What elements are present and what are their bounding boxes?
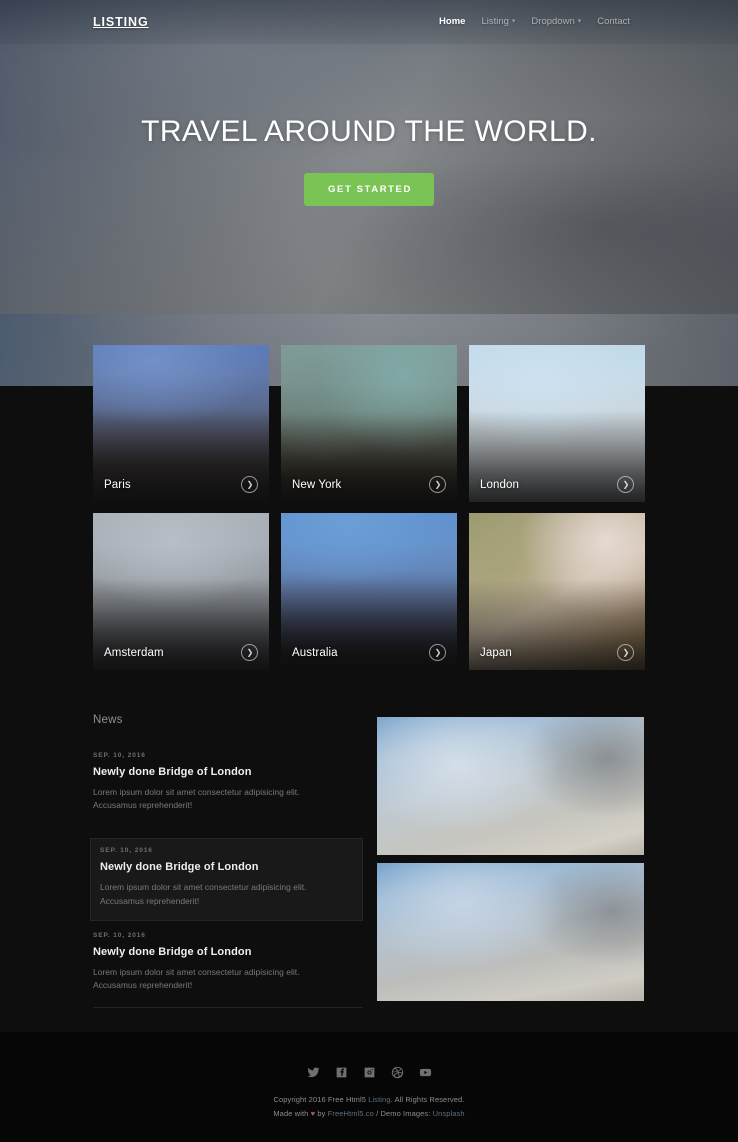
news-excerpt: Lorem ipsum dolor sit amet consectetur a… <box>100 882 307 906</box>
news-date: SEP. 10, 2016 <box>93 931 146 939</box>
freehtml5-link[interactable]: FreeHtml5.co <box>328 1109 374 1118</box>
news-section: News SEP. 10, 2016 Newly done Bridge of … <box>90 714 363 1019</box>
copyright-post: . All Rights Reserved. <box>390 1095 465 1104</box>
destinations-grid: Paris ❯ New York ❯ London ❯ Amsterdam ❯ … <box>93 345 645 681</box>
news-title: Newly done Bridge of London <box>100 861 259 874</box>
made-with-line: Made with ♥ by FreeHtml5.co / Demo Image… <box>273 1107 464 1121</box>
youtube-icon[interactable] <box>419 1066 432 1079</box>
news-date: SEP. 10, 2016 <box>93 752 146 759</box>
chevron-right-icon[interactable]: ❯ <box>429 476 446 493</box>
destination-card-paris[interactable]: Paris ❯ <box>93 345 269 502</box>
chevron-right-icon[interactable]: ❯ <box>429 644 446 661</box>
chevron-right-icon[interactable]: ❯ <box>241 644 258 661</box>
destination-label: Japan <box>480 647 512 659</box>
destination-label: New York <box>292 479 342 491</box>
unsplash-link[interactable]: Unsplash <box>433 1109 465 1118</box>
news-heading: News <box>93 714 123 726</box>
hero-title: TRAVEL AROUND THE WORLD. <box>141 114 597 148</box>
nav-label-contact: Contact <box>597 16 630 27</box>
destination-card-japan[interactable]: Japan ❯ <box>469 513 645 670</box>
destination-label: Amsterdam <box>104 647 164 659</box>
destination-card-new-york[interactable]: New York ❯ <box>281 345 457 502</box>
nav-label-listing: Listing <box>481 16 509 27</box>
chevron-right-icon[interactable]: ❯ <box>617 644 634 661</box>
destination-label: London <box>480 479 519 491</box>
destination-card-amsterdam[interactable]: Amsterdam ❯ <box>93 513 269 670</box>
news-item[interactable]: SEP. 10, 2016 Newly done Bridge of Londo… <box>90 838 363 921</box>
twitter-icon[interactable] <box>307 1066 320 1079</box>
hero-section: TRAVEL AROUND THE WORLD. GET STARTED <box>0 0 738 314</box>
social-links <box>307 1066 432 1079</box>
news-title: Newly done Bridge of London <box>93 766 252 778</box>
news-media-column <box>377 717 644 1009</box>
main-navigation: Home Listing ▾ Dropdown ▾ Contact <box>431 16 638 27</box>
chevron-right-icon[interactable]: ❯ <box>241 476 258 493</box>
news-image-2[interactable] <box>377 863 644 1001</box>
site-footer: Copyright 2016 Free Html5 Listing. All R… <box>0 1032 738 1142</box>
news-excerpt: Lorem ipsum dolor sit amet consectetur a… <box>93 787 300 811</box>
made-sep: / Demo Images: <box>373 1108 433 1118</box>
news-excerpt: Lorem ipsum dolor sit amet consectetur a… <box>93 966 300 990</box>
destination-card-london[interactable]: London ❯ <box>469 345 645 502</box>
destination-label: Paris <box>104 479 131 491</box>
made-pre: Made with <box>273 1108 311 1118</box>
get-started-button[interactable]: GET STARTED <box>304 172 434 206</box>
copyright-pre: Copyright 2016 Free Html5 <box>273 1095 369 1104</box>
news-title: Newly done Bridge of London <box>93 945 252 958</box>
news-date: SEP. 10, 2016 <box>100 847 153 855</box>
nav-item-dropdown[interactable]: Dropdown ▾ <box>523 16 589 27</box>
copyright-line: Copyright 2016 Free Html5 Listing. All R… <box>273 1093 464 1107</box>
nav-item-home[interactable]: Home <box>431 16 473 27</box>
facebook-icon[interactable] <box>335 1066 348 1079</box>
hero-content: TRAVEL AROUND THE WORLD. GET STARTED <box>0 0 738 314</box>
news-image-1[interactable] <box>377 717 644 855</box>
nav-item-contact[interactable]: Contact <box>589 16 638 27</box>
nav-item-listing[interactable]: Listing ▾ <box>473 16 523 27</box>
destination-label: Australia <box>292 647 338 659</box>
news-item[interactable]: SEP. 10, 2016 Newly done Bridge of Londo… <box>93 752 363 827</box>
destination-card-australia[interactable]: Australia ❯ <box>281 513 457 670</box>
copyright-listing-link[interactable]: Listing <box>368 1095 390 1104</box>
instagram-icon[interactable] <box>363 1066 376 1079</box>
dribbble-icon[interactable] <box>391 1066 404 1079</box>
chevron-right-icon[interactable]: ❯ <box>617 476 634 493</box>
made-by: by <box>315 1108 328 1118</box>
news-item[interactable]: SEP. 10, 2016 Newly done Bridge of Londo… <box>93 931 363 1009</box>
site-logo[interactable]: LISTING <box>93 15 149 29</box>
chevron-down-icon: ▾ <box>511 18 516 25</box>
site-header: LISTING Home Listing ▾ Dropdown ▾ Contact <box>0 0 738 44</box>
nav-label-home: Home <box>439 16 466 27</box>
chevron-down-icon: ▾ <box>577 18 582 25</box>
nav-label-dropdown: Dropdown <box>531 16 575 27</box>
footer-copyright: Copyright 2016 Free Html5 Listing. All R… <box>273 1093 464 1121</box>
page-root: TRAVEL AROUND THE WORLD. GET STARTED LIS… <box>0 0 738 1142</box>
